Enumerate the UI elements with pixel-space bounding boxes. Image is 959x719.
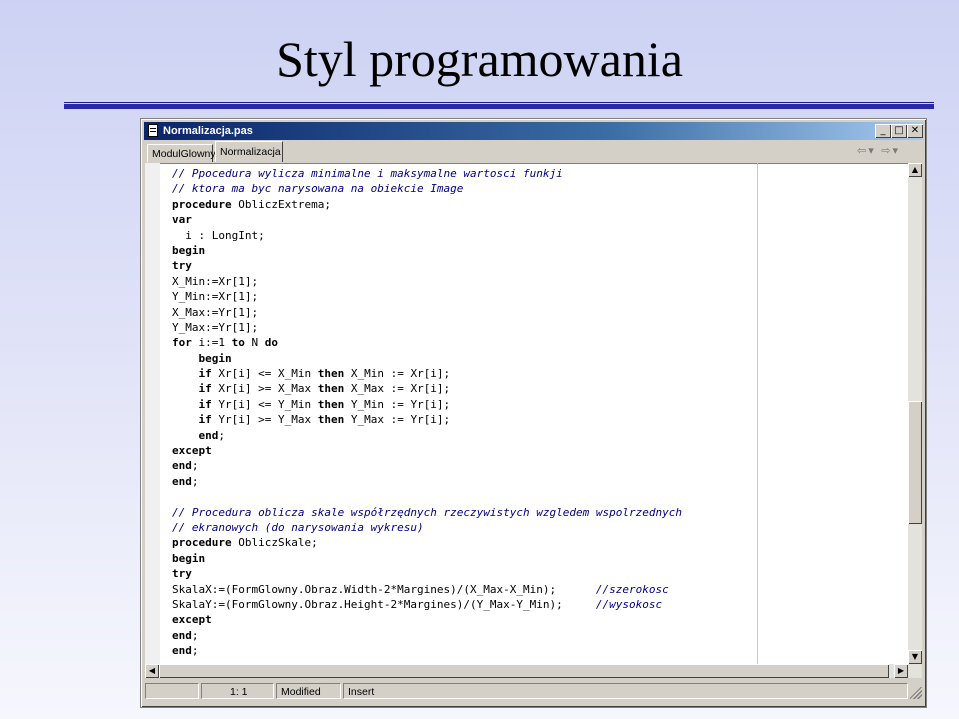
code-line: end; xyxy=(172,628,199,642)
back-dropdown-icon[interactable]: ▾ xyxy=(868,144,876,157)
code-line: SkalaX:=(FormGlowny.Obraz.Width-2*Margin… xyxy=(172,582,669,596)
scroll-left-icon[interactable]: ◀ xyxy=(145,664,159,678)
slide-title: Styl programowania xyxy=(276,31,683,87)
code-line: i : LongInt; xyxy=(172,228,265,242)
code-line: if Yr[i] <= Y_Min then Y_Min := Yr[i]; xyxy=(198,397,451,411)
close-button[interactable]: ✕ xyxy=(907,124,923,138)
back-arrow-icon[interactable]: ⇦ xyxy=(857,144,868,157)
scroll-right-icon[interactable]: ▶ xyxy=(894,664,908,678)
code-line: // ktora ma byc narysowana na obiekcie I… xyxy=(172,182,464,196)
navigation-arrows: ⇦▾ ⇨▾ xyxy=(857,144,900,157)
cursor-position: 1: 1 xyxy=(201,683,274,699)
minimize-button[interactable]: _ xyxy=(875,124,891,138)
code-line: Y_Min:=Xr[1]; xyxy=(172,290,259,304)
code-line: for i:=1 to N do xyxy=(172,336,278,350)
status-panel-blank xyxy=(145,683,199,699)
vertical-scrollbar[interactable]: ▲ ▼ xyxy=(908,163,922,664)
forward-dropdown-icon[interactable]: ▾ xyxy=(892,144,900,157)
code-line: try xyxy=(172,259,192,273)
title-divider-thick xyxy=(64,104,934,109)
code-line: if Xr[i] >= X_Max then X_Max := Xr[i]; xyxy=(198,382,451,396)
status-bar: 1: 1 Modified Insert xyxy=(145,681,922,701)
code-text[interactable]: // Ppocedura wylicza minimalne i maksyma… xyxy=(172,166,682,659)
resize-grip-icon[interactable] xyxy=(910,687,922,699)
code-line: end; xyxy=(172,474,199,488)
modified-indicator: Modified xyxy=(276,683,341,699)
code-line: X_Max:=Yr[1]; xyxy=(172,305,259,319)
code-line: X_Min:=Xr[1]; xyxy=(172,274,259,288)
code-line: // ekranowych (do narysowania wykresu) xyxy=(172,520,424,534)
scroll-down-icon[interactable]: ▼ xyxy=(908,650,922,664)
code-line: try xyxy=(172,567,192,581)
code-line: end; xyxy=(198,428,226,442)
editor-gutter xyxy=(145,163,160,664)
window-titlebar[interactable]: Normalizacja.pas _ □ ✕ xyxy=(144,122,923,140)
horizontal-scroll-thumb[interactable] xyxy=(159,664,889,678)
code-line: except xyxy=(172,613,212,627)
right-margin-line xyxy=(757,163,758,664)
code-line: // Ppocedura wylicza minimalne i maksyma… xyxy=(172,167,563,180)
forward-arrow-icon[interactable]: ⇨ xyxy=(881,144,892,157)
scroll-up-icon[interactable]: ▲ xyxy=(908,163,922,177)
file-tabs: ModulGlowny Normalizacja ⇦▾ ⇨▾ xyxy=(145,141,922,163)
insert-mode-indicator: Insert xyxy=(343,683,908,699)
vertical-scroll-thumb[interactable] xyxy=(908,401,922,524)
code-line: begin xyxy=(172,243,206,257)
code-line: Y_Max:=Yr[1]; xyxy=(172,320,259,334)
code-line: begin xyxy=(198,351,232,365)
code-line: procedure ObliczSkale; xyxy=(172,536,318,550)
code-line: SkalaY:=(FormGlowny.Obraz.Height-2*Margi… xyxy=(172,597,663,611)
title-divider-thin xyxy=(64,102,934,103)
code-line: if Yr[i] >= Y_Max then Y_Max := Yr[i]; xyxy=(198,413,451,427)
maximize-button[interactable]: □ xyxy=(891,124,907,138)
code-line: if Xr[i] <= X_Min then X_Min := Xr[i]; xyxy=(198,367,451,381)
horizontal-scrollbar[interactable]: ◀ ▶ xyxy=(145,664,922,678)
window-title: Normalizacja.pas xyxy=(163,125,253,137)
document-icon xyxy=(148,124,158,137)
code-line: end; xyxy=(172,459,199,473)
editor-window: Normalizacja.pas _ □ ✕ ModulGlowny Norma… xyxy=(140,118,927,708)
code-line: end; xyxy=(172,644,199,658)
code-line: procedure ObliczExtrema; xyxy=(172,197,331,211)
code-editor[interactable]: // Ppocedura wylicza minimalne i maksyma… xyxy=(145,163,922,664)
code-line: // Procedura oblicza skale współrzędnych… xyxy=(172,505,682,519)
code-line: except xyxy=(172,444,212,458)
code-line: ​ xyxy=(172,489,682,504)
tab-modulglowny[interactable]: ModulGlowny xyxy=(147,144,216,162)
code-line: begin xyxy=(172,551,206,565)
code-line: var xyxy=(172,213,192,227)
tab-normalizacja[interactable]: Normalizacja xyxy=(215,141,283,162)
